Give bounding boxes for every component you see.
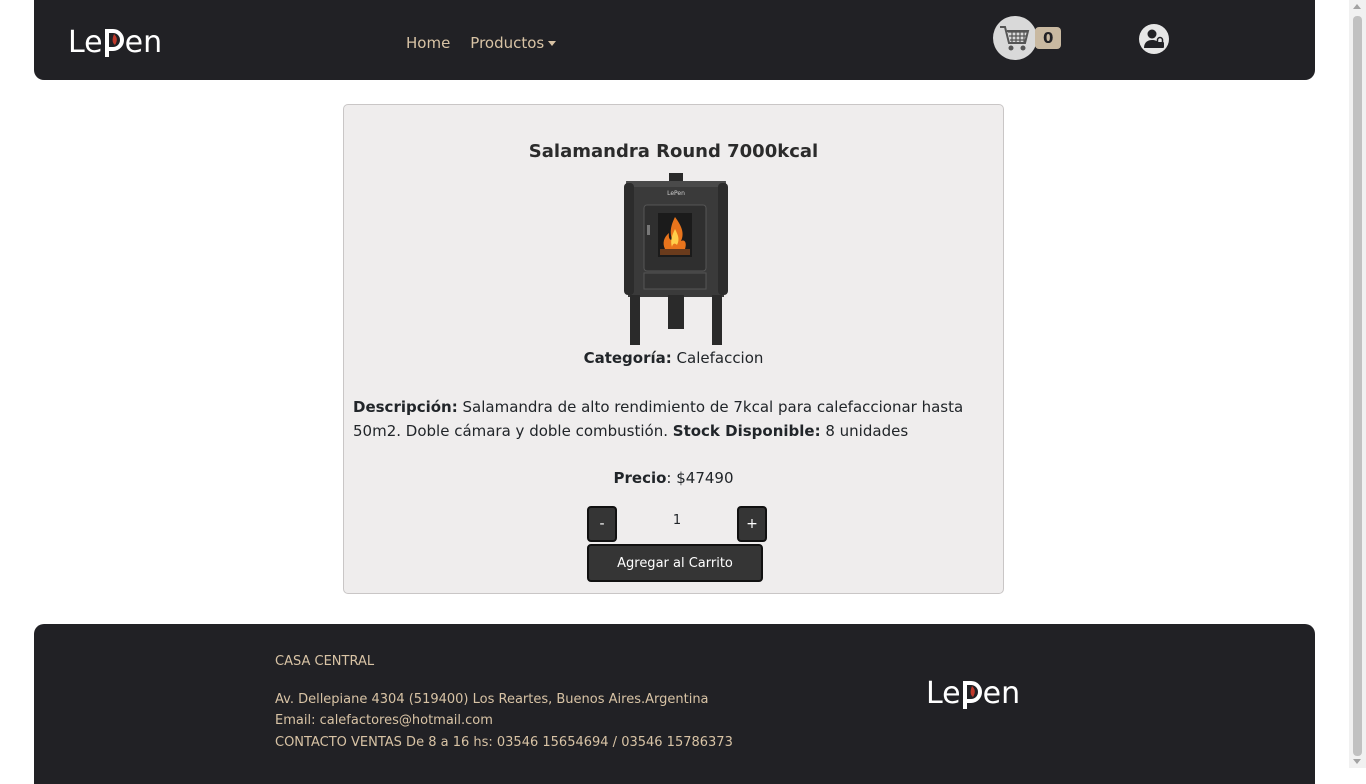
nav-home-link[interactable]: Home bbox=[396, 34, 460, 52]
stove-logo-text: LePen bbox=[667, 190, 685, 197]
product-description: Descripción: Salamandra de alto rendimie… bbox=[353, 395, 993, 443]
price-value: : $47490 bbox=[666, 469, 734, 487]
footer-brand-text-left: Le bbox=[926, 676, 961, 711]
product-title: Salamandra Round 7000kcal bbox=[528, 141, 819, 162]
category-value: Calefaccion bbox=[676, 349, 764, 367]
caret-down-icon bbox=[548, 40, 557, 46]
product-category: Categoría: Calefaccion bbox=[344, 349, 1003, 367]
increase-quantity-button[interactable]: + bbox=[737, 506, 767, 542]
vertical-scrollbar[interactable] bbox=[1349, 0, 1366, 768]
nav-products-label: Productos bbox=[470, 34, 545, 52]
brand-flame-p-icon bbox=[104, 29, 124, 57]
footer-address: Av. Dellepiane 4304 (519400) Los Reartes… bbox=[275, 692, 709, 707]
footer-email: Email: calefactores@hotmail.com bbox=[275, 713, 493, 728]
product-price: Precio: $47490 bbox=[344, 469, 1003, 487]
add-to-cart-button[interactable]: Agregar al Carrito bbox=[587, 544, 763, 582]
scroll-down-arrow-icon[interactable] bbox=[1353, 759, 1361, 764]
footer-brand-text-right: en bbox=[982, 676, 1021, 711]
footer: CASA CENTRAL Av. Dellepiane 4304 (519400… bbox=[34, 624, 1315, 784]
scroll-up-arrow-icon[interactable] bbox=[1353, 4, 1361, 9]
footer-heading: CASA CENTRAL bbox=[275, 654, 375, 669]
brand-wordmark: Le en bbox=[68, 25, 162, 60]
description-label: Descripción: bbox=[353, 398, 458, 416]
footer-contact: CONTACTO VENTAS De 8 a 16 hs: 03546 1565… bbox=[275, 735, 733, 750]
scrollbar-thumb[interactable] bbox=[1353, 16, 1362, 756]
brand-text-left: Le bbox=[68, 24, 103, 60]
nav-products-dropdown[interactable]: Productos bbox=[460, 34, 566, 52]
decrease-quantity-button[interactable]: - bbox=[587, 506, 617, 542]
brand-text-right: en bbox=[124, 24, 163, 60]
category-label: Categoría: bbox=[583, 349, 672, 367]
cart-count-badge: 0 bbox=[1035, 27, 1062, 49]
stock-label: Stock Disponible: bbox=[672, 422, 821, 440]
cart-widget[interactable]: 0 bbox=[993, 16, 1062, 60]
nav-links: Home Productos bbox=[396, 34, 566, 52]
quantity-value: 1 bbox=[672, 513, 682, 528]
brand-logo[interactable]: Le en bbox=[68, 22, 162, 62]
cart-icon[interactable] bbox=[993, 16, 1037, 60]
footer-brand-logo: Le en bbox=[926, 676, 1020, 711]
navbar: Le en Home Productos 0 bbox=[34, 0, 1315, 80]
stock-value: 8 unidades bbox=[825, 422, 909, 440]
user-account-icon[interactable] bbox=[1139, 24, 1169, 54]
product-card: Salamandra Round 7000kcal LePen Categorí… bbox=[343, 104, 1004, 594]
quantity-stepper: - 1 + bbox=[587, 506, 767, 542]
footer-flame-p-icon bbox=[962, 680, 982, 709]
product-stove-image: LePen bbox=[624, 173, 728, 345]
price-label: Precio bbox=[613, 469, 667, 487]
